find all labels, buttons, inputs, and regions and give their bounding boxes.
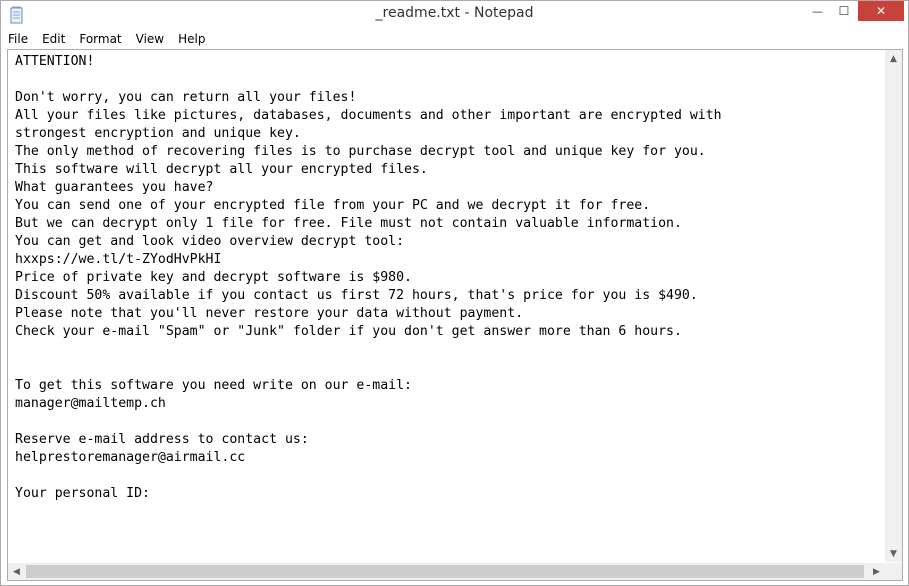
text-line xyxy=(15,467,884,485)
menu-file[interactable]: File xyxy=(1,30,35,49)
text-line: Check your e-mail "Spam" or "Junk" folde… xyxy=(15,324,682,339)
text-line: strongest encryption and unique key. xyxy=(15,126,301,141)
text-line xyxy=(15,359,884,377)
close-icon: ✕ xyxy=(875,4,887,18)
text-line xyxy=(15,71,884,89)
menu-bar: File Edit Format View Help xyxy=(1,29,908,49)
text-line: Discount 50% available if you contact us… xyxy=(15,288,698,303)
scroll-left-arrow-icon[interactable]: ◀ xyxy=(8,563,25,580)
text-line: This software will decrypt all your encr… xyxy=(15,162,428,177)
horizontal-scroll-thumb[interactable] xyxy=(26,565,864,578)
notepad-window: _readme.txt - Notepad — ☐ ✕ File Edit Fo… xyxy=(0,0,909,586)
document-text[interactable]: ATTENTION! Don't worry, you can return a… xyxy=(8,50,884,562)
text-line: The only method of recovering files is t… xyxy=(15,144,706,159)
minimize-icon: — xyxy=(812,4,823,18)
text-line: Don't worry, you can return all your fil… xyxy=(15,90,357,105)
text-line: But we can decrypt only 1 file for free.… xyxy=(15,216,682,231)
text-line: To get this software you need write on o… xyxy=(15,378,412,393)
menu-edit[interactable]: Edit xyxy=(35,30,72,49)
text-line xyxy=(15,341,884,359)
text-line: helprestoremanager@airmail.cc xyxy=(15,450,246,465)
text-line: Your personal ID: xyxy=(15,486,150,501)
minimize-button[interactable]: — xyxy=(804,1,831,21)
horizontal-scrollbar[interactable]: ◀ ▶ xyxy=(8,563,885,580)
text-line: You can get and look video overview decr… xyxy=(15,234,405,249)
menu-view[interactable]: View xyxy=(129,30,171,49)
vertical-scrollbar[interactable]: ▲ ▼ xyxy=(885,50,902,562)
title-bar[interactable]: _readme.txt - Notepad — ☐ ✕ xyxy=(1,1,908,29)
menu-format[interactable]: Format xyxy=(72,30,128,49)
text-line: Please note that you'll never restore yo… xyxy=(15,306,524,321)
maximize-button[interactable]: ☐ xyxy=(831,1,857,21)
text-line: manager@mailtemp.ch xyxy=(15,396,166,411)
menu-help[interactable]: Help xyxy=(171,30,212,49)
maximize-icon: ☐ xyxy=(838,4,850,18)
scrollbar-corner xyxy=(885,563,902,580)
text-line: Reserve e-mail address to contact us: xyxy=(15,432,309,447)
text-line: ATTENTION! xyxy=(15,54,95,69)
scroll-down-arrow-icon[interactable]: ▼ xyxy=(885,545,902,562)
text-editor[interactable]: ATTENTION! Don't worry, you can return a… xyxy=(7,49,903,581)
text-line: What guarantees you have? xyxy=(15,180,214,195)
window-title: _readme.txt - Notepad xyxy=(375,5,534,21)
text-line: All your files like pictures, databases,… xyxy=(15,108,722,123)
text-line: hxxps://we.tl/t-ZYodHvPkHI xyxy=(15,252,222,267)
scroll-right-arrow-icon[interactable]: ▶ xyxy=(868,563,885,580)
close-button[interactable]: ✕ xyxy=(858,1,904,21)
text-line xyxy=(15,413,884,431)
text-line: You can send one of your encrypted file … xyxy=(15,198,651,213)
text-line: Price of private key and decrypt softwar… xyxy=(15,270,412,285)
scroll-up-arrow-icon[interactable]: ▲ xyxy=(885,50,902,67)
